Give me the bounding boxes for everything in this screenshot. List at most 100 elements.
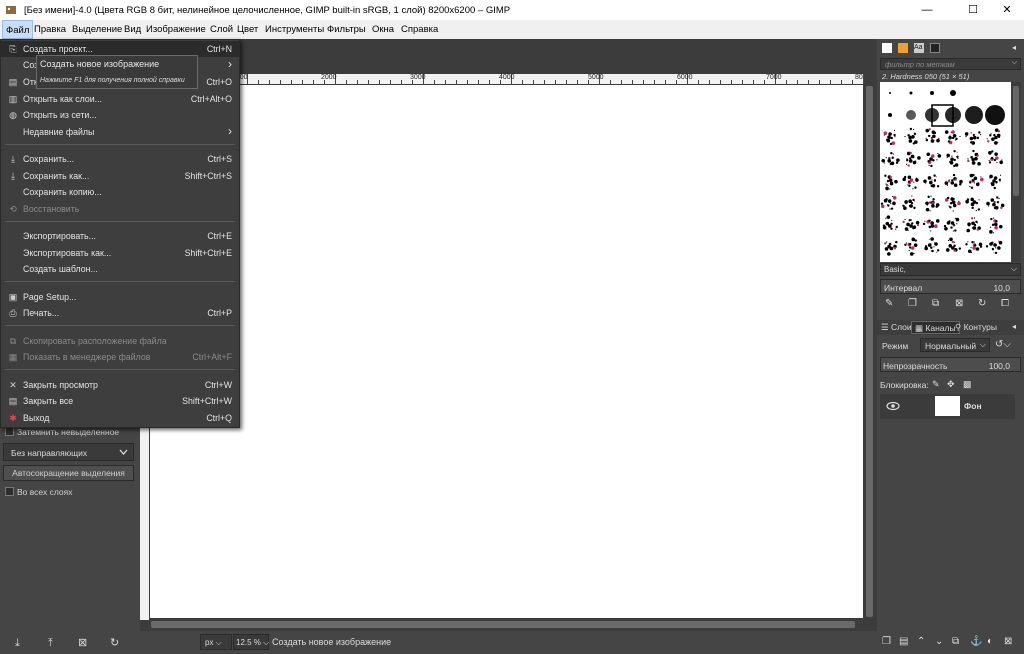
dim-unselected-label: Затемнить невыделенное — [17, 427, 120, 437]
tab-channels[interactable]: ▦ Каналы — [911, 321, 960, 334]
menu-item-page-setup[interactable]: ▣ Page Setup... — [1, 289, 239, 305]
menu-color[interactable]: Цвет — [237, 24, 258, 35]
menu-item-save[interactable]: ⤓ Сохранить... Ctrl+S — [1, 151, 239, 167]
menu-view[interactable]: Вид — [124, 24, 141, 35]
new-icon: ⎘ — [9, 44, 17, 54]
menu-windows[interactable]: Окна — [372, 24, 394, 35]
delete-tool-preset-icon[interactable]: ⊠ — [78, 636, 87, 649]
opacity-slider[interactable]: Непрозрачность 100,0 — [880, 357, 1021, 372]
submenu-arrow-icon: › — [228, 57, 232, 71]
menu-separator — [5, 325, 235, 326]
menu-item-close-view[interactable]: ✕ Закрыть просмотр Ctrl+W — [1, 377, 239, 393]
menu-tools[interactable]: Инструменты — [265, 24, 324, 35]
chevron-down-icon: ⌵ — [979, 340, 986, 349]
menu-item-print[interactable]: ⎙ Печать... Ctrl+P — [1, 305, 239, 321]
brush-preset-select[interactable]: Basic, ⌵ — [880, 263, 1021, 276]
anchor-layer-icon[interactable]: ⚓ — [970, 636, 982, 647]
brush-grid-scrollbar[interactable] — [1011, 82, 1021, 262]
menu-item-shortcut: Ctrl+Alt+O — [190, 94, 232, 104]
lock-position-icon[interactable]: ✥ — [947, 379, 955, 390]
chevron-down-icon — [119, 449, 128, 455]
status-bar: px ⌵ 12.5 % ⌵ Создать новое изображение — [140, 631, 877, 654]
patterns-tab-icon[interactable] — [898, 43, 908, 53]
menu-layer[interactable]: Слой — [210, 24, 233, 35]
duplicate-brush-icon[interactable]: ⧉ — [932, 298, 939, 309]
menu-item-open-location[interactable]: ◍ Открыть из сети... — [1, 107, 239, 123]
menu-item-shortcut: Ctrl+Alt+F — [192, 352, 232, 362]
minimize-button[interactable]: — — [910, 0, 944, 20]
vertical-scroll-thumb[interactable] — [866, 86, 873, 617]
visibility-eye-icon[interactable] — [886, 401, 900, 411]
close-window-button[interactable]: ✕ — [990, 0, 1024, 20]
maximize-button[interactable]: ☐ — [956, 0, 990, 20]
mask-layer-icon[interactable]: ◐ — [987, 636, 993, 647]
submenu-arrow-icon: › — [228, 124, 232, 138]
menu-filters[interactable]: Фильтры — [327, 24, 366, 35]
menu-item-close-all[interactable]: ▤ Закрыть все Shift+Ctrl+W — [1, 393, 239, 409]
menu-select[interactable]: Выделение — [72, 24, 122, 35]
menu-item-create-template[interactable]: Создать шаблон... — [1, 261, 239, 277]
menu-item-export[interactable]: Экспортировать... Ctrl+E — [1, 228, 239, 244]
brush-grid[interactable] — [880, 82, 1011, 262]
menu-item-label: Недавние файлы — [23, 127, 95, 137]
menu-image[interactable]: Изображение — [146, 24, 206, 35]
tab-layers[interactable]: ☰ Слои — [881, 322, 912, 333]
new-layer-icon[interactable]: ❐ — [882, 636, 891, 647]
save-tool-preset-icon[interactable]: ⤓ — [15, 637, 20, 650]
zoom-select[interactable]: 12.5 % ⌵ — [233, 634, 269, 650]
lock-pixels-icon[interactable]: ✎ — [932, 379, 940, 390]
duplicate-layer-icon[interactable]: ⧉ — [952, 636, 959, 647]
menu-item-recent[interactable]: Недавние файлы › — [1, 124, 239, 140]
menu-item-label: Выход — [23, 413, 50, 423]
menu-item-save-copy[interactable]: Сохранить копию... — [1, 184, 239, 200]
tab-paths[interactable]: ⚲ Контуры — [955, 322, 997, 333]
menu-item-save-as[interactable]: ⤓ Сохранить как... Shift+Ctrl+S — [1, 168, 239, 184]
restore-tool-preset-icon[interactable]: ⤒ — [48, 637, 53, 650]
menu-help[interactable]: Справка — [401, 24, 438, 35]
spacing-slider[interactable]: Интервал 10,0 — [880, 279, 1021, 294]
autoshrink-button[interactable]: Автосокращение выделения — [3, 465, 134, 481]
delete-brush-icon[interactable]: ⊠ — [955, 298, 963, 309]
reset-mode-icon[interactable]: ↺⌵ — [995, 339, 1011, 350]
image-canvas[interactable] — [150, 85, 863, 618]
tag-filter-input[interactable]: фильтр по меткам ⌵ — [880, 58, 1021, 70]
menu-file[interactable]: Файл — [2, 20, 34, 39]
menu-item-shortcut: Ctrl+O — [206, 77, 232, 87]
lower-layer-icon[interactable]: ⌄ — [935, 636, 943, 647]
unit-select[interactable]: px ⌵ — [200, 634, 232, 650]
reset-tool-icon[interactable]: ↻ — [110, 636, 119, 649]
horizontal-scroll-thumb[interactable] — [151, 621, 855, 628]
menu-item-open-as-layers[interactable]: ▥ Открыть как слои... Ctrl+Alt+O — [1, 91, 239, 107]
menu-item-quit[interactable]: ✱ Выход Ctrl+Q — [1, 410, 239, 426]
mode-row: Режим Нормальный ⌵ ↺⌵ — [880, 338, 1018, 353]
dock-menu-icon[interactable]: ◂ — [1012, 322, 1016, 331]
layer-row[interactable]: Фон — [880, 394, 1015, 419]
fonts-tab-icon[interactable]: Aa — [914, 43, 924, 53]
new-brush-icon[interactable]: ❐ — [908, 298, 917, 309]
raise-layer-icon[interactable]: ⌃ — [917, 636, 925, 647]
menu-item-export-as[interactable]: Экспортировать как... Shift+Ctrl+E — [1, 245, 239, 261]
mode-value: Нормальный — [925, 341, 977, 351]
open-brush-icon[interactable]: ⧠ — [1001, 298, 1009, 309]
lock-alpha-icon[interactable]: ▩ — [963, 379, 972, 390]
dim-unselected-checkbox[interactable] — [5, 427, 14, 436]
right-dock: Aa ◂ фильтр по меткам ⌵ 2. Hardness 050 … — [877, 39, 1024, 654]
tab-channels-label: Каналы — [925, 323, 956, 333]
edit-brush-icon[interactable]: ✎ — [885, 298, 893, 309]
tooltip-title: Создать новое изображение — [40, 59, 160, 69]
menu-item-label: Создать шаблон... — [23, 264, 98, 274]
delete-layer-icon[interactable]: ⊠ — [1004, 636, 1012, 647]
dock-menu-icon[interactable]: ◂ — [1012, 43, 1016, 52]
menu-item-label: Сохранить как... — [23, 171, 90, 181]
refresh-brushes-icon[interactable]: ↻ — [978, 298, 986, 309]
mode-select[interactable]: Нормальный ⌵ — [920, 338, 990, 352]
brushes-tab-icon[interactable] — [882, 43, 892, 53]
menu-item-label: Сохранить копию... — [23, 187, 102, 197]
menu-edit[interactable]: Правка — [34, 24, 66, 35]
document-history-tab-icon[interactable] — [930, 43, 940, 53]
all-layers-checkbox[interactable] — [5, 487, 14, 496]
horizontal-ruler: 1000 2000 3000 4000 5000 6000 7000 80 — [148, 74, 864, 84]
guides-dropdown[interactable]: Без направляющих — [3, 443, 134, 461]
new-layer-group-icon[interactable]: ▤ — [899, 636, 908, 647]
unit-value: px — [205, 638, 214, 647]
